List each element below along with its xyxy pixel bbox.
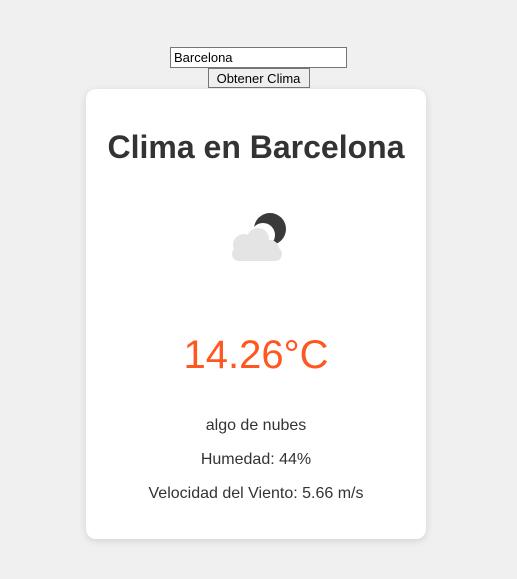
get-weather-button[interactable]: Obtener Clima (207, 68, 310, 88)
weather-card: Clima en Barcelona 14.26°C algo de nubes… (86, 89, 426, 539)
weather-title: Clima en Barcelona (107, 129, 405, 165)
cloud-moon-icon (232, 213, 286, 261)
humidity: Humedad: 44% (200, 451, 312, 468)
search-controls: Obtener Clima (0, 47, 517, 88)
city-input[interactable] (170, 47, 347, 68)
weather-description: algo de nubes (205, 417, 307, 434)
wind-speed: Velocidad del Viento: 5.66 m/s (148, 485, 364, 502)
temperature: 14.26°C (183, 333, 329, 377)
